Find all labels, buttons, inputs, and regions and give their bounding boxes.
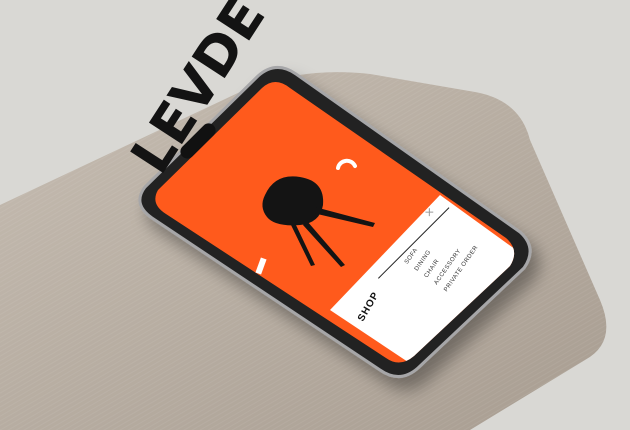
scene: LEVDE × SOFA DINING CHAIR ACCESSORY PRIV… xyxy=(0,0,630,430)
chair-icon xyxy=(262,176,375,267)
phone-mockup: LEVDE × SOFA DINING CHAIR ACCESSORY PRIV… xyxy=(0,0,630,430)
loading-arc-icon xyxy=(336,158,357,170)
